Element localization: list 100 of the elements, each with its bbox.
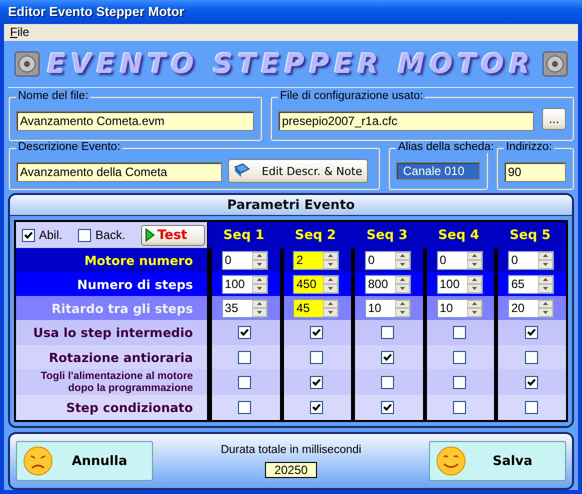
spin-field[interactable]: 0: [436, 250, 483, 270]
spin-field[interactable]: 0: [364, 250, 411, 270]
check-icon: [312, 378, 321, 386]
up-arrow-icon[interactable]: [543, 254, 548, 258]
checkbox[interactable]: [381, 350, 394, 364]
cancel-button[interactable]: Annulla: [16, 441, 153, 481]
checkbox[interactable]: [524, 376, 538, 388]
checkbox[interactable]: [453, 376, 466, 388]
up-arrow-icon[interactable]: [400, 254, 405, 258]
spin-field[interactable]: 10: [364, 298, 411, 318]
down-arrow-icon[interactable]: [472, 262, 477, 266]
down-arrow-icon[interactable]: [400, 262, 405, 266]
down-arrow-icon[interactable]: [472, 310, 477, 314]
checkbox[interactable]: [310, 326, 323, 339]
up-arrow-icon[interactable]: [256, 302, 262, 306]
spin-field[interactable]: 35: [222, 298, 268, 318]
edit-notes-button[interactable]: Edit Descr. & Note: [228, 159, 368, 183]
check-icon: [383, 403, 392, 412]
test-button[interactable]: Test: [141, 224, 206, 246]
check-icon: [312, 403, 321, 412]
down-arrow-icon[interactable]: [543, 286, 548, 290]
down-arrow-icon[interactable]: [256, 262, 262, 266]
check-icon: [383, 352, 392, 362]
down-arrow-icon[interactable]: [472, 286, 477, 290]
checkbox[interactable]: [453, 326, 466, 339]
board-alias-field[interactable]: Canale 010: [396, 162, 480, 180]
down-arrow-icon[interactable]: [256, 286, 262, 290]
checkbox[interactable]: [453, 350, 466, 364]
checkbox[interactable]: [22, 228, 35, 242]
checkbox-label: Abil.: [39, 228, 62, 242]
spin-field[interactable]: 20: [508, 298, 554, 318]
smiley-icon: [436, 446, 466, 476]
down-arrow-icon[interactable]: [256, 310, 262, 314]
panel-title: Parametri Evento: [10, 195, 572, 216]
spin-field[interactable]: 65: [508, 274, 554, 294]
checkbox[interactable]: [310, 350, 323, 364]
down-arrow-icon[interactable]: [328, 286, 334, 290]
up-arrow-icon[interactable]: [472, 254, 477, 258]
checkbox[interactable]: [238, 326, 252, 339]
spin-field[interactable]: 0: [222, 250, 268, 270]
checkbox[interactable]: [381, 376, 394, 388]
checkbox[interactable]: [78, 228, 92, 242]
field-label: Nome del file:: [16, 90, 90, 102]
menu-item[interactable]: File: [10, 25, 30, 40]
browse-button[interactable]: ...: [542, 108, 566, 130]
checkbox[interactable]: [310, 376, 323, 388]
book-icon: [233, 163, 251, 179]
total-label: Durata totale in millisecondi: [220, 444, 362, 456]
file-name-field[interactable]: Avanzamento Cometa.evm: [16, 111, 254, 131]
banner-title: EVENTO STEPPER MOTOR: [47, 48, 535, 80]
checkbox[interactable]: [524, 326, 538, 339]
down-arrow-icon[interactable]: [400, 286, 405, 290]
up-arrow-icon[interactable]: [472, 302, 477, 306]
spin-field[interactable]: 45: [293, 298, 340, 318]
up-arrow-icon[interactable]: [328, 302, 334, 306]
checkbox[interactable]: [381, 401, 394, 414]
checkbox[interactable]: [238, 376, 252, 388]
checkbox[interactable]: [524, 401, 538, 414]
config-file-field[interactable]: presepio2007_r1a.cfc: [278, 111, 534, 131]
description-field[interactable]: Avanzamento della Cometa: [16, 162, 222, 182]
up-arrow-icon[interactable]: [328, 254, 334, 258]
up-arrow-icon[interactable]: [543, 278, 548, 282]
up-arrow-icon[interactable]: [256, 278, 262, 282]
down-arrow-icon[interactable]: [328, 310, 334, 314]
checkbox[interactable]: [310, 401, 323, 414]
row-label: Numero di steps: [16, 272, 208, 296]
up-arrow-icon[interactable]: [400, 278, 405, 282]
frown-icon: [23, 446, 53, 476]
down-arrow-icon[interactable]: [543, 262, 548, 266]
up-arrow-icon[interactable]: [328, 278, 334, 282]
check-icon: [24, 230, 33, 240]
spin-field[interactable]: 2: [293, 250, 340, 270]
spin-field[interactable]: 800: [364, 274, 411, 294]
up-arrow-icon[interactable]: [543, 302, 548, 306]
checkbox[interactable]: [238, 350, 252, 364]
spin-field[interactable]: 100: [222, 274, 268, 294]
spin-field[interactable]: 0: [508, 250, 554, 270]
column-header: Seq 5: [510, 228, 551, 242]
save-button[interactable]: Salva: [429, 441, 566, 481]
up-arrow-icon[interactable]: [472, 278, 477, 282]
up-arrow-icon[interactable]: [400, 302, 405, 306]
down-arrow-icon[interactable]: [400, 310, 405, 314]
checkbox[interactable]: [381, 326, 394, 339]
down-arrow-icon[interactable]: [328, 262, 334, 266]
check-icon: [526, 378, 536, 386]
spin-field[interactable]: 100: [436, 274, 483, 294]
row-label: Togli l'alimentazione al motore dopo la programmazione: [16, 369, 208, 395]
spin-field[interactable]: 10: [436, 298, 483, 318]
row-label: Step condizionato: [16, 395, 208, 420]
checkbox[interactable]: [524, 350, 538, 364]
column-header: Seq 1: [223, 228, 264, 242]
checkbox[interactable]: [453, 401, 466, 414]
spin-field[interactable]: 450: [293, 274, 340, 294]
down-arrow-icon[interactable]: [543, 310, 548, 314]
up-arrow-icon[interactable]: [256, 254, 262, 258]
field-label: Descrizione Evento:: [16, 141, 122, 153]
checkbox[interactable]: [238, 401, 252, 414]
motor-icon: [14, 51, 40, 77]
address-field[interactable]: 90: [504, 162, 566, 182]
check-icon: [526, 328, 536, 337]
